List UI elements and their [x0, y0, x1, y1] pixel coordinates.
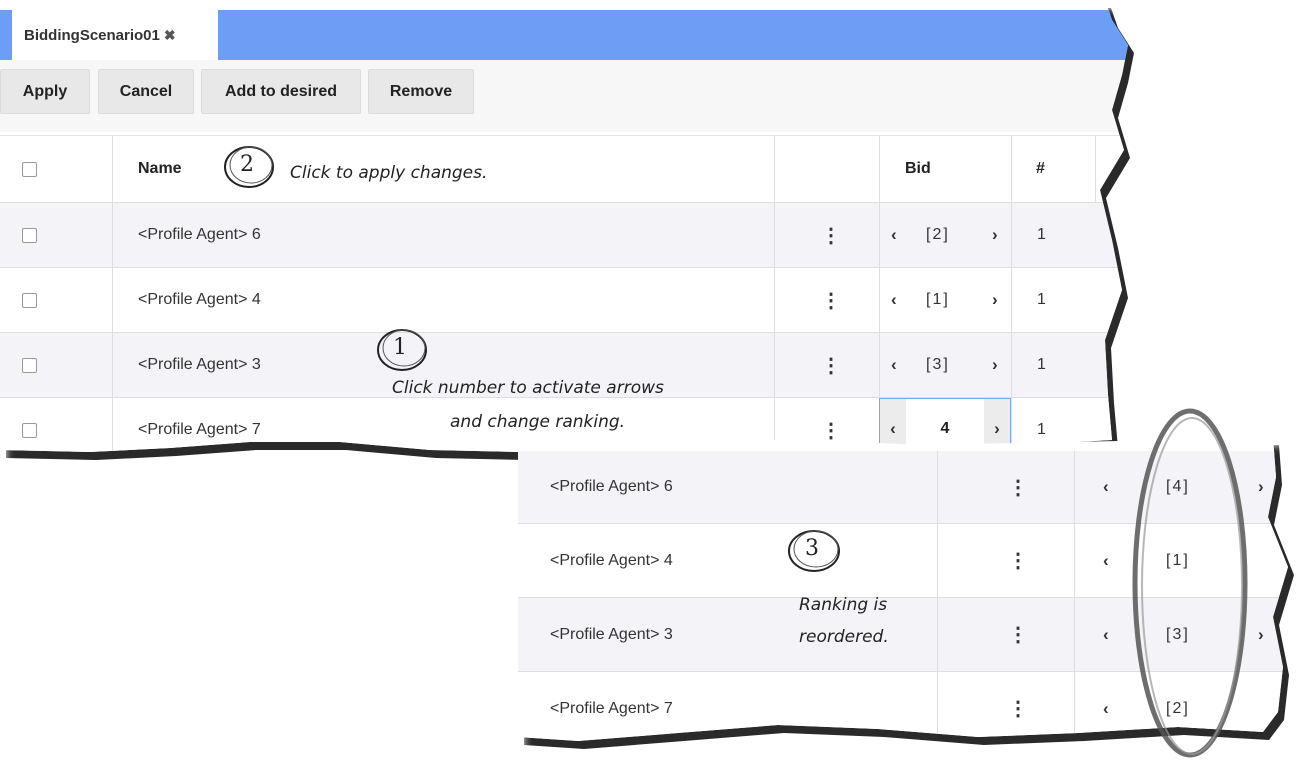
agent-name: <Profile Agent> 3 — [550, 625, 673, 643]
toolbar: Apply Cancel Add to desired Remove — [0, 60, 1128, 132]
step3-number: 3 — [805, 536, 819, 561]
column-header-name[interactable]: Name — [138, 136, 182, 202]
agent-name: <Profile Agent> 7 — [550, 699, 673, 717]
step1-note-line2: and change ranking. — [450, 412, 626, 432]
select-all-checkbox[interactable] — [22, 161, 37, 177]
count-value: 1 — [1037, 291, 1046, 308]
rank-left-arrow[interactable]: ‹ — [1103, 598, 1109, 671]
more-options-icon[interactable]: ⋮ — [1008, 451, 1028, 523]
table-row[interactable]: <Profile Agent> 6 ⋮ ‹ [2] › 1 — [0, 202, 1128, 267]
rank-right-arrow[interactable]: › — [992, 333, 998, 397]
rank-value[interactable]: [1] — [926, 268, 950, 332]
step1-note-line1: Click number to activate arrows — [392, 378, 664, 398]
column-header-hash[interactable]: # — [1036, 136, 1045, 202]
rank-highlight-ellipse — [1132, 408, 1248, 758]
table-row[interactable]: <Profile Agent> 4 ⋮ ‹ [1] › 1 — [0, 267, 1128, 332]
step3-note-line1: Ranking is — [799, 595, 888, 615]
remove-button[interactable]: Remove — [368, 69, 474, 114]
agent-name: <Profile Agent> 6 — [550, 478, 673, 495]
count-value: 1 — [1037, 226, 1046, 243]
tab-label: BiddingScenario01 — [24, 26, 160, 44]
row-checkbox[interactable] — [22, 292, 37, 308]
cancel-button[interactable]: Cancel — [98, 69, 194, 114]
tab-bidding-scenario[interactable]: BiddingScenario01 ✖ — [12, 10, 218, 60]
column-header-bid[interactable]: Bid — [905, 136, 931, 202]
step1-number: 1 — [393, 335, 407, 360]
close-icon[interactable]: ✖ — [164, 27, 176, 44]
row-checkbox[interactable] — [22, 357, 37, 373]
more-options-icon[interactable]: ⋮ — [821, 268, 841, 332]
row-checkbox[interactable] — [22, 227, 37, 243]
rank-right-arrow[interactable]: › — [992, 268, 998, 332]
rank-left-arrow[interactable]: ‹ — [891, 333, 897, 397]
rank-value[interactable]: [2] — [926, 203, 950, 267]
add-to-desired-button[interactable]: Add to desired — [201, 69, 361, 114]
agent-name: <Profile Agent> 6 — [138, 226, 261, 243]
more-options-icon[interactable]: ⋮ — [821, 203, 841, 267]
rank-left-arrow[interactable]: ‹ — [1103, 524, 1109, 597]
more-options-icon[interactable]: ⋮ — [821, 333, 841, 397]
bidding-scenario-panel: BiddingScenario01 ✖ Apply Cancel Add to … — [0, 0, 1128, 452]
step3-note-line2: reordered. — [799, 627, 889, 647]
count-value: 1 — [1037, 356, 1046, 373]
rank-left-arrow[interactable]: ‹ — [891, 268, 897, 332]
table-header-row: Name Bid # — [0, 135, 1128, 202]
rank-left-arrow[interactable]: ‹ — [891, 203, 897, 267]
rank-left-arrow[interactable]: ‹ — [1103, 451, 1109, 523]
rank-value[interactable]: [3] — [926, 333, 950, 397]
more-options-icon[interactable]: ⋮ — [1008, 524, 1028, 597]
more-options-icon[interactable]: ⋮ — [1008, 672, 1028, 741]
step2-number: 2 — [240, 152, 254, 177]
agent-name: <Profile Agent> 4 — [550, 551, 673, 569]
apply-button[interactable]: Apply — [0, 69, 90, 114]
agent-name: <Profile Agent> 4 — [138, 291, 261, 308]
agent-name: <Profile Agent> 3 — [138, 356, 261, 373]
more-options-icon[interactable]: ⋮ — [1008, 598, 1028, 671]
tab-bar: BiddingScenario01 ✖ — [0, 10, 1128, 60]
step2-note: Click to apply changes. — [290, 163, 488, 183]
row-checkbox[interactable] — [22, 422, 37, 438]
rank-right-arrow[interactable]: › — [992, 203, 998, 267]
